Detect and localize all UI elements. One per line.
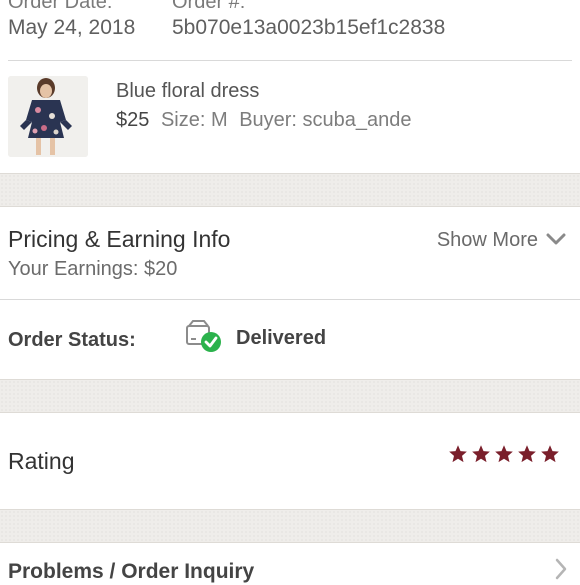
star-icon [541,445,559,463]
divider [0,299,580,300]
order-date-label: Order Date: [8,0,113,13]
item-buyer: Buyer: scuba_ande [239,109,412,131]
section-spacer [0,379,580,413]
order-status-label: Order Status: [8,329,136,351]
order-date-value: May 24, 2018 [8,16,136,39]
rating-stars [448,444,560,464]
chevron-down-icon [546,228,566,252]
order-number-label: Order #: [172,0,246,13]
star-icon [495,445,513,463]
order-number-value: 5b070e13a0023b15ef1c2838 [172,16,446,39]
pricing-title: Pricing & Earning Info [8,226,231,252]
star-icon [449,445,467,463]
delivered-box-icon [184,320,224,354]
item-size: Size: M [160,109,228,131]
problems-inquiry-row[interactable]: Problems / Order Inquiry [0,542,580,585]
item-details: $25 Size: M Buyer: scuba_ande [116,108,412,132]
section-spacer [0,509,580,543]
item-title: Blue floral dress [116,80,260,102]
star-icon [518,445,536,463]
rating-label: Rating [8,448,75,474]
order-item[interactable]: Blue floral dress $25 Size: M Buyer: scu… [0,61,580,173]
star-icon [472,445,490,463]
show-more-label: Show More [436,229,538,251]
show-more-button[interactable]: Show More [437,228,566,252]
order-status-value: Delivered [236,327,327,349]
item-thumbnail [8,76,88,157]
section-spacer [0,173,580,207]
earnings-text: Your Earnings: $20 [8,258,178,280]
pricing-section: Pricing & Earning Info Your Earnings: $2… [0,207,580,299]
item-price: $25 [116,109,150,131]
problems-inquiry-label: Problems / Order Inquiry [8,560,255,583]
chevron-right-icon [554,558,568,585]
